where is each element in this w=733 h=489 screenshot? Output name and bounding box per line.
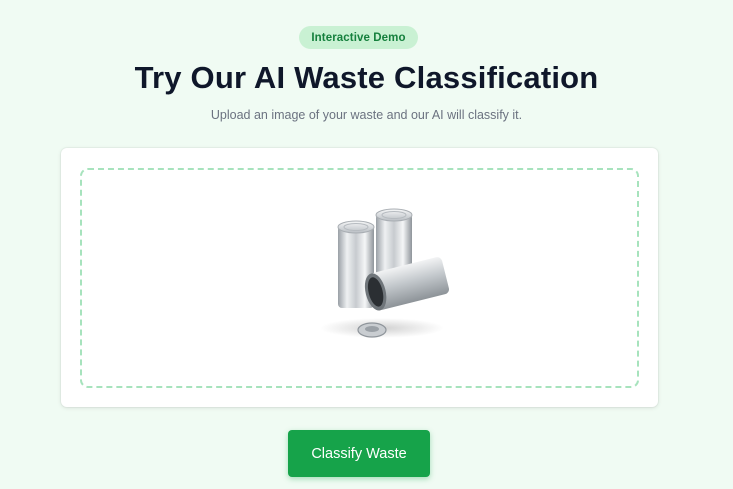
classify-waste-button[interactable]: Classify Waste xyxy=(288,430,430,477)
upload-card xyxy=(61,148,658,407)
image-dropzone[interactable] xyxy=(80,168,639,388)
page-subtitle: Upload an image of your waste and our AI… xyxy=(210,108,523,122)
interactive-demo-badge: Interactive Demo xyxy=(299,26,418,49)
page-title: Try Our AI Waste Classification xyxy=(134,60,599,95)
aluminum-cans-image xyxy=(320,208,450,338)
